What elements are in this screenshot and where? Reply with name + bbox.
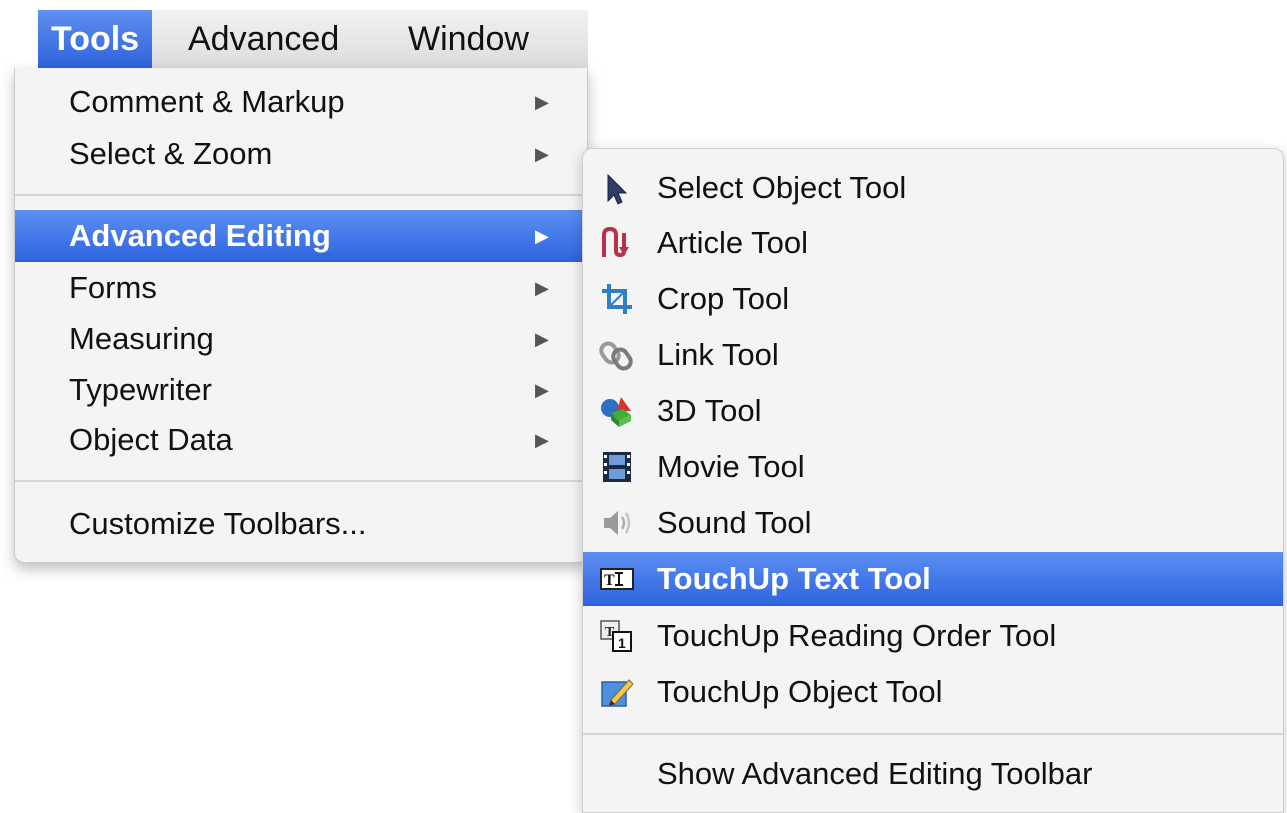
svg-text:1: 1 bbox=[618, 635, 626, 651]
menu-item-label: Select & Zoom bbox=[69, 136, 273, 171]
menu-item-label: 3D Tool bbox=[657, 393, 762, 428]
reading-order-icon: T 1 bbox=[600, 620, 632, 652]
menu-item-label: Crop Tool bbox=[657, 281, 790, 316]
tools-menu: Comment & Markup ▶ Select & Zoom ▶ Advan… bbox=[14, 68, 588, 563]
menu-item-show-advanced-editing-toolbar[interactable]: Show Advanced Editing Toolbar bbox=[583, 747, 1283, 801]
crop-icon bbox=[602, 284, 632, 314]
menu-item-forms[interactable]: Forms ▶ bbox=[15, 262, 587, 314]
menu-item-label: Show Advanced Editing Toolbar bbox=[657, 756, 1093, 791]
submenu-arrow-icon: ▶ bbox=[535, 144, 549, 164]
menu-item-link-tool[interactable]: Link Tool bbox=[583, 328, 1283, 382]
menu-item-object-data[interactable]: Object Data ▶ bbox=[15, 414, 587, 466]
menu-item-touchup-object-tool[interactable]: TouchUp Object Tool bbox=[583, 665, 1283, 719]
menu-item-sound-tool[interactable]: Sound Tool bbox=[583, 496, 1283, 550]
menu-item-label: Select Object Tool bbox=[657, 170, 907, 205]
menu-item-select-zoom[interactable]: Select & Zoom ▶ bbox=[15, 128, 587, 180]
menu-item-movie-tool[interactable]: Movie Tool bbox=[583, 440, 1283, 494]
menu-item-label: Link Tool bbox=[657, 337, 779, 372]
menu-item-label: Comment & Markup bbox=[69, 84, 345, 119]
submenu-arrow-icon: ▶ bbox=[535, 278, 549, 298]
menu-item-customize-toolbars[interactable]: Customize Toolbars... bbox=[15, 498, 587, 550]
menu-item-label: TouchUp Reading Order Tool bbox=[657, 618, 1057, 653]
menu-item-label: TouchUp Object Tool bbox=[657, 674, 943, 709]
menu-separator bbox=[15, 194, 587, 196]
touchup-object-icon bbox=[601, 679, 634, 707]
menu-separator bbox=[15, 480, 587, 482]
menu-item-label: Sound Tool bbox=[657, 505, 812, 540]
submenu-arrow-icon: ▶ bbox=[535, 380, 549, 400]
submenu-arrow-icon: ▶ bbox=[535, 92, 549, 112]
svg-text:T: T bbox=[604, 572, 615, 589]
menu-bar: Tools Advanced Window bbox=[38, 10, 588, 69]
submenu-arrow-icon: ▶ bbox=[535, 329, 549, 349]
menu-item-typewriter[interactable]: Typewriter ▶ bbox=[15, 364, 587, 416]
menu-item-select-object-tool[interactable]: Select Object Tool bbox=[583, 161, 1283, 215]
arrow-pointer-icon bbox=[607, 173, 628, 205]
menu-item-label: Movie Tool bbox=[657, 449, 805, 484]
submenu-arrow-icon: ▶ bbox=[535, 226, 549, 246]
menu-item-article-tool[interactable]: Article Tool bbox=[583, 216, 1283, 270]
film-icon bbox=[603, 452, 631, 482]
article-icon bbox=[602, 226, 629, 258]
menu-item-3d-tool[interactable]: 3D Tool bbox=[583, 384, 1283, 438]
menubar-advanced[interactable]: Advanced bbox=[175, 10, 352, 68]
menubar-window[interactable]: Window bbox=[395, 10, 542, 68]
menu-item-label: TouchUp Text Tool bbox=[657, 561, 931, 596]
menu-item-label: Advanced Editing bbox=[69, 218, 331, 253]
touchup-text-icon: T bbox=[600, 568, 634, 590]
submenu-arrow-icon: ▶ bbox=[535, 430, 549, 450]
menu-item-label: Measuring bbox=[69, 321, 214, 356]
advanced-editing-submenu: Select Object Tool Article Tool Crop Too… bbox=[582, 148, 1284, 813]
menu-item-touchup-reading-order-tool[interactable]: T 1 TouchUp Reading Order Tool bbox=[583, 609, 1283, 663]
menu-item-comment-markup[interactable]: Comment & Markup ▶ bbox=[15, 76, 587, 128]
menu-item-touchup-text-tool[interactable]: T TouchUp Text Tool bbox=[583, 552, 1283, 606]
menu-item-label: Customize Toolbars... bbox=[69, 506, 367, 541]
menubar-tools[interactable]: Tools bbox=[38, 10, 153, 68]
menu-item-label: Article Tool bbox=[657, 225, 809, 260]
menu-item-label: Forms bbox=[69, 270, 157, 305]
menu-item-label: Object Data bbox=[69, 422, 233, 457]
menu-item-crop-tool[interactable]: Crop Tool bbox=[583, 272, 1283, 326]
menu-item-label: Typewriter bbox=[69, 372, 212, 407]
menu-item-advanced-editing[interactable]: Advanced Editing ▶ bbox=[15, 210, 587, 262]
menu-item-measuring[interactable]: Measuring ▶ bbox=[15, 313, 587, 365]
3d-icon bbox=[601, 397, 631, 427]
menu-separator bbox=[583, 733, 1283, 735]
speaker-icon bbox=[604, 511, 631, 535]
link-icon bbox=[599, 341, 633, 371]
